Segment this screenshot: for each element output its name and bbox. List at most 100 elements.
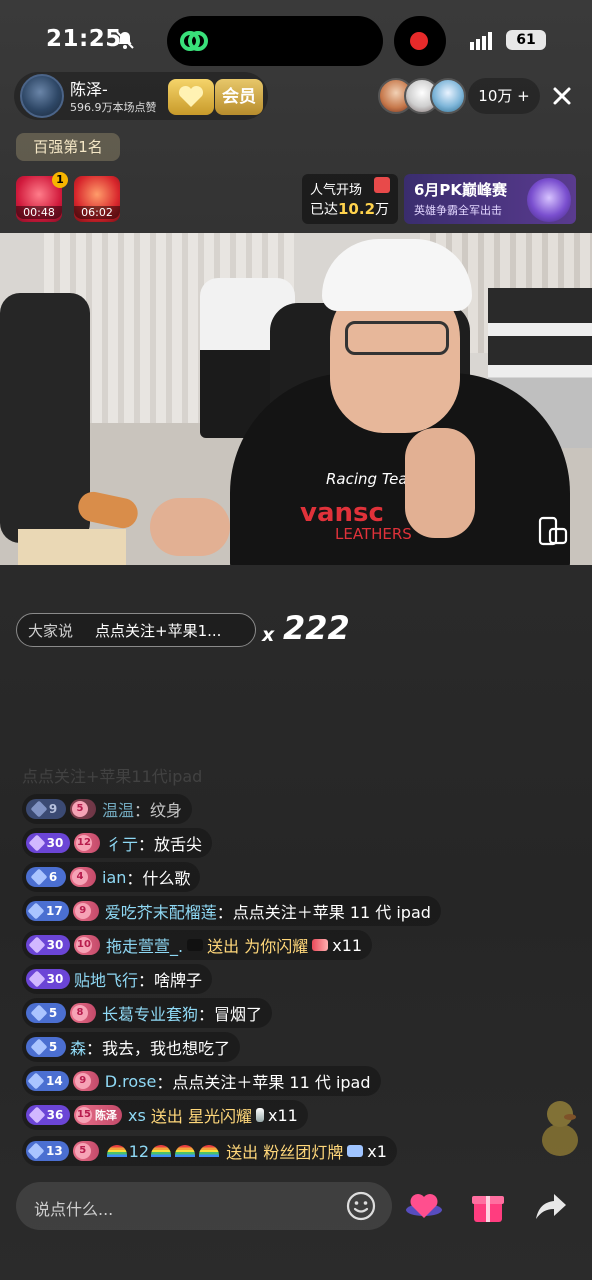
chat-username[interactable]: 温温 — [102, 797, 134, 821]
video-table — [18, 529, 126, 565]
video-chair — [0, 293, 90, 543]
diamond-icon — [30, 868, 48, 886]
gift-quantity: x11 — [332, 935, 363, 955]
chat-message[interactable]: 30 12 彳亍 ： 放舌尖 — [22, 828, 213, 858]
chat-message[interactable]: 6 4 ian ： 什么歌 — [22, 862, 201, 892]
chat-message[interactable]: 30 贴地飞行 ： 啥牌子 — [22, 964, 213, 994]
video-hand — [150, 498, 230, 556]
fan-badge: 9 — [72, 901, 99, 921]
diamond-icon — [30, 1038, 48, 1056]
close-icon[interactable] — [546, 80, 578, 112]
diamond-icon — [27, 902, 45, 920]
chat-message[interactable]: 9 5 温温 ： 纹身 — [22, 794, 193, 824]
pk-emblem-icon — [527, 178, 571, 222]
user-level-badge: 5 — [26, 1037, 66, 1057]
gift-timer: 00:48 — [16, 206, 62, 219]
user-level-badge: 30 — [26, 833, 70, 853]
signal-icon — [470, 32, 492, 50]
fan-badge: 9 — [72, 1071, 99, 1091]
host-name: 陈泽- — [70, 80, 108, 99]
gift-timer: 06:02 — [74, 206, 120, 219]
gift-quantity: x1 — [367, 1141, 387, 1161]
emoji-icon[interactable] — [345, 1190, 377, 1222]
gift-icon[interactable] — [468, 1186, 508, 1226]
gift-count-badge: 1 — [52, 172, 68, 188]
video-glasses — [345, 321, 449, 355]
chat-text: 纹身 — [150, 801, 183, 820]
rainbow-icon — [199, 1145, 220, 1157]
popularity-title: 人气开场 — [310, 183, 363, 198]
faded-chat-message: 点点关注+苹果11代ipad — [22, 767, 203, 786]
glowstick-icon — [312, 939, 329, 951]
bell-off-icon — [116, 31, 134, 49]
diamond-icon — [28, 936, 46, 954]
pk-subtitle: 英雄争霸全军出击 — [414, 204, 502, 217]
chat-username[interactable]: 拖走萱萱_. — [106, 933, 183, 957]
chat-username[interactable]: ian — [102, 868, 126, 887]
vip-button[interactable]: 会员 — [215, 79, 263, 115]
fan-badge: 12 — [74, 833, 100, 853]
chat-text: 点点关注＋苹果 11 代 ipad — [232, 903, 431, 922]
chat-username[interactable]: D.rose — [105, 1072, 157, 1091]
diamond-icon — [27, 1072, 45, 1090]
chat-text: 点点关注＋苹果 11 代 ipad — [172, 1073, 371, 1092]
chat-text: 我去，我也想吃了 — [102, 1039, 231, 1058]
diamond-icon — [27, 1142, 45, 1160]
combo-count: 222 — [283, 609, 350, 647]
user-level-badge: 13 — [26, 1141, 69, 1161]
gift-name: 星光闪耀 — [188, 1107, 253, 1126]
share-icon[interactable] — [532, 1188, 570, 1224]
viewer-avatar[interactable] — [430, 78, 466, 114]
rank-badge[interactable]: 百强第1名 — [16, 133, 120, 161]
chat-text: 冒烟了 — [214, 1005, 263, 1024]
host-avatar[interactable] — [20, 74, 64, 118]
wand-icon — [256, 1108, 265, 1122]
fan-badge: 15 陈泽 — [74, 1105, 122, 1125]
chat-username[interactable]: 贴地飞行 — [74, 967, 138, 991]
record-dot-icon — [410, 32, 428, 50]
light-badge-icon — [347, 1145, 364, 1157]
chat-username[interactable]: 森 — [70, 1035, 86, 1059]
video-hand — [405, 428, 475, 538]
pk-title: 6月PK巅峰赛 — [414, 181, 508, 199]
chat-username[interactable]: 长葛专业套狗 — [102, 1001, 198, 1025]
fan-badge: 8 — [70, 1003, 96, 1023]
fan-club-heart-icon[interactable] — [404, 1186, 444, 1226]
chat-message[interactable]: 17 9 爱吃芥末配榴莲 ： 点点关注＋苹果 11 代 ipad — [22, 896, 441, 926]
fan-badge: 4 — [70, 867, 96, 887]
chat-username[interactable]: 彳亍 — [106, 831, 138, 855]
live-video[interactable]: Racing Team vansc LEATHERS — [0, 233, 592, 565]
diamond-icon — [28, 1106, 46, 1124]
chat-username[interactable]: 爱吃芥末配榴莲 — [105, 899, 217, 923]
rainbow-icon — [151, 1145, 172, 1157]
chat-username[interactable]: 12 — [129, 1142, 149, 1161]
user-level-badge: 30 — [26, 969, 70, 989]
gift-quantity: x11 — [268, 1105, 298, 1125]
combo-prefix: 大家说 — [28, 622, 74, 640]
chat-message[interactable]: 14 9 D.rose ： 点点关注＋苹果 11 代 ipad — [22, 1066, 381, 1096]
diamond-icon — [30, 1004, 48, 1022]
chat-gift-message[interactable]: 30 10 拖走萱萱_. 送出 为你闪耀 x11 — [22, 930, 373, 960]
viewer-count-button[interactable]: 10万 + — [468, 78, 540, 114]
chat-gift-message[interactable]: 36 15 陈泽 xs 送出 星光闪耀 x11 — [22, 1100, 308, 1130]
chat-input-placeholder: 说点什么... — [34, 1200, 114, 1219]
gift-icon — [374, 177, 390, 193]
rainbow-icon — [106, 1145, 127, 1157]
battery-indicator: 61 — [506, 30, 546, 50]
chat-message[interactable]: 5 森 ： 我去，我也想吃了 — [22, 1032, 241, 1062]
sunglasses-icon — [187, 939, 204, 951]
chat-text: 放舌尖 — [154, 835, 203, 854]
gift-name: 粉丝团灯牌 — [263, 1143, 344, 1162]
link-app-icon — [180, 31, 208, 51]
user-level-badge: 30 — [26, 935, 70, 955]
chat-gift-message[interactable]: 13 5 12 送出 粉丝团灯牌 x1 — [22, 1136, 397, 1166]
mascot-duck-icon[interactable] — [536, 1092, 584, 1162]
fan-badge: 5 — [72, 1141, 99, 1161]
chat-text: 啥牌子 — [154, 971, 203, 990]
user-level-badge: 6 — [26, 867, 66, 887]
diamond-icon — [28, 970, 46, 988]
rotate-screen-icon[interactable] — [536, 515, 570, 547]
chat-message[interactable]: 5 8 长葛专业套狗 ： 冒烟了 — [22, 998, 273, 1028]
chat-username[interactable]: xs — [128, 1106, 146, 1125]
vip-heart-button[interactable] — [168, 79, 214, 115]
